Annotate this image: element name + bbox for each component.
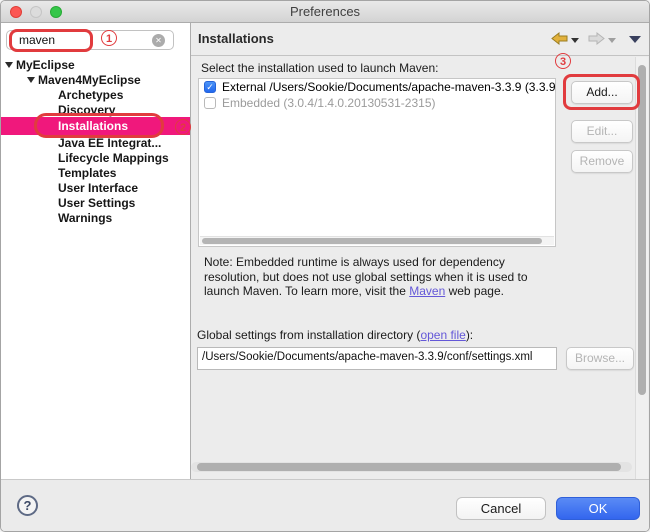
panel-horizontal-scrollbar[interactable] (191, 462, 632, 472)
note-text: Note: Embedded runtime is always used fo… (204, 255, 560, 299)
settings-path-input[interactable] (202, 351, 554, 363)
scrollbar-thumb[interactable] (202, 238, 542, 244)
page-title: Installations (198, 23, 274, 55)
scrollbar-thumb[interactable] (197, 463, 621, 471)
cancel-button[interactable]: Cancel (456, 497, 546, 520)
preferences-window: Preferences ✕ MyEclipse Maven4MyEclipse … (0, 0, 650, 532)
back-arrow-icon[interactable] (551, 32, 568, 45)
window-title: Preferences (1, 1, 649, 23)
select-installation-label: Select the installation used to launch M… (201, 61, 438, 75)
tree-item-myeclipse[interactable]: MyEclipse (1, 57, 190, 72)
header-separator (191, 55, 650, 56)
add-button[interactable]: Add... (571, 81, 633, 104)
list-horizontal-scrollbar[interactable] (200, 236, 554, 245)
clear-search-icon[interactable]: ✕ (152, 34, 165, 47)
preferences-tree: MyEclipse Maven4MyEclipse Archetypes Dis… (1, 57, 190, 225)
tree-item-user-settings[interactable]: User Settings (1, 195, 190, 210)
installations-panel: Installations Select the installation us… (191, 23, 650, 481)
view-menu-icon[interactable] (629, 36, 641, 43)
search-input[interactable] (19, 32, 149, 48)
remove-button: Remove (571, 150, 633, 173)
titlebar: Preferences (1, 1, 649, 23)
back-history-dropdown-icon[interactable] (571, 38, 579, 43)
tree-item-maven4myeclipse[interactable]: Maven4MyEclipse (1, 72, 190, 87)
installation-row-embedded[interactable]: Embedded (3.0.4/1.4.0.20130531-2315) (199, 95, 555, 111)
forward-arrow-icon[interactable] (588, 32, 605, 45)
traffic-lights (10, 6, 62, 18)
panel-vertical-scrollbar[interactable] (635, 57, 648, 481)
global-settings-label: Global settings from installation direct… (197, 328, 473, 342)
sidebar: ✕ MyEclipse Maven4MyEclipse Archetypes D… (1, 23, 190, 481)
scrollbar-thumb[interactable] (638, 65, 646, 395)
edit-button: Edit... (571, 120, 633, 143)
expand-arrow-icon[interactable] (27, 77, 35, 83)
installations-list: ✓ External /Users/Sookie/Documents/apach… (198, 78, 556, 247)
installation-row-external[interactable]: ✓ External /Users/Sookie/Documents/apach… (199, 79, 555, 95)
history-nav (551, 32, 641, 45)
tree-item-warnings[interactable]: Warnings (1, 210, 190, 225)
tree-item-user-interface[interactable]: User Interface (1, 180, 190, 195)
ok-button[interactable]: OK (556, 497, 640, 520)
tree-item-java-ee-integration[interactable]: Java EE Integrat... (1, 135, 190, 150)
filter-search-field[interactable]: ✕ (6, 30, 174, 50)
tree-item-discovery[interactable]: Discovery (1, 102, 190, 117)
expand-arrow-icon[interactable] (5, 62, 13, 68)
settings-path-field[interactable] (197, 347, 557, 370)
help-button[interactable]: ? (17, 495, 38, 516)
footer-bar: ? Cancel OK (1, 479, 649, 531)
close-window-button[interactable] (10, 6, 22, 18)
tree-item-lifecycle-mappings[interactable]: Lifecycle Mappings (1, 150, 190, 165)
zoom-window-button[interactable] (50, 6, 62, 18)
browse-button: Browse... (566, 347, 634, 370)
tree-item-templates[interactable]: Templates (1, 165, 190, 180)
forward-history-dropdown-icon[interactable] (608, 38, 616, 43)
maven-link[interactable]: Maven (409, 284, 445, 298)
installation-checkbox-unchecked[interactable] (204, 97, 216, 109)
tree-item-archetypes[interactable]: Archetypes (1, 87, 190, 102)
minimize-window-button[interactable] (30, 6, 42, 18)
open-file-link[interactable]: open file (420, 328, 465, 342)
installation-checkbox-checked[interactable]: ✓ (204, 81, 216, 93)
tree-item-installations[interactable]: Installations (1, 117, 190, 135)
